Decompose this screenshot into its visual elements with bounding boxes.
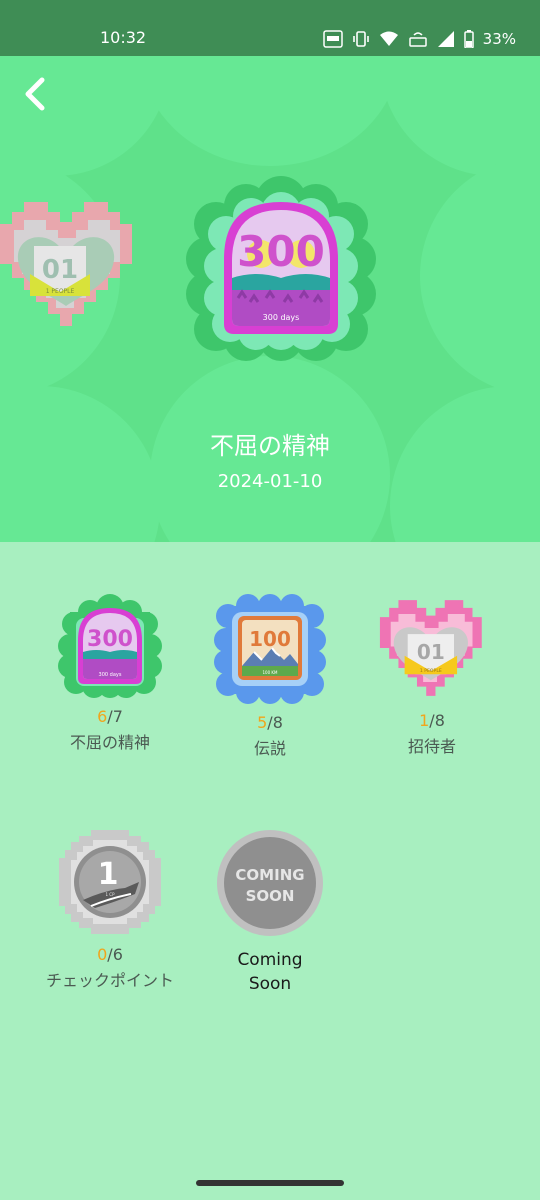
- volte-icon: [408, 32, 427, 47]
- svg-text:300 days: 300 days: [99, 672, 122, 678]
- checkpoint-badge-icon: 1 1 CP: [59, 830, 161, 934]
- status-bar: 10:32 33%: [0, 0, 540, 56]
- hero-title: 不屈の精神: [210, 432, 330, 460]
- badge-progress: 1/8: [419, 711, 445, 730]
- back-icon[interactable]: [16, 74, 56, 114]
- auto-icon: [322, 30, 343, 48]
- svg-text:300 days: 300 days: [263, 313, 300, 322]
- vibrate-icon: [352, 31, 369, 47]
- badge-label: 伝説: [253, 739, 286, 758]
- svg-text:1 PEOPLE: 1 PEOPLE: [46, 288, 75, 295]
- hero-date: 2024-01-10: [217, 471, 323, 492]
- shoutaisha-badge-icon: 01 1 PEOPLE: [379, 600, 482, 696]
- svg-text:100: 100: [249, 627, 291, 651]
- badge-label: 招待者: [407, 737, 456, 756]
- side-badge-number: 01: [42, 255, 78, 285]
- coming-soon-icon: COMING SOON: [217, 830, 323, 936]
- battery-percent: 33%: [482, 30, 516, 48]
- status-time: 10:32: [100, 28, 147, 47]
- svg-text:COMING: COMING: [235, 866, 304, 884]
- svg-text:300: 300: [87, 627, 133, 652]
- svg-text:100 KM: 100 KM: [263, 670, 279, 675]
- status-icons: 33%: [322, 28, 516, 50]
- home-indicator[interactable]: [196, 1180, 344, 1186]
- svg-text:1: 1: [98, 857, 119, 892]
- fukutsu-badge-icon: 300 300 days: [58, 594, 162, 698]
- hero-section: 01 1 PEOPLE 300 300 days 不屈の精神 2024-01-1…: [0, 56, 540, 542]
- badge-item-coming-soon: COMING SOON Coming Soon: [190, 828, 350, 996]
- featured-badge-number: 300: [237, 227, 325, 276]
- svg-text:SOON: SOON: [246, 887, 295, 905]
- featured-badge: 300 300 days: [186, 176, 376, 361]
- battery-icon: [463, 30, 474, 48]
- side-heart-badge[interactable]: 01 1 PEOPLE: [0, 194, 145, 344]
- badge-item-densetsu[interactable]: 100 100 KM 5/8 伝説: [190, 594, 350, 760]
- badge-label: チェックポイント: [45, 971, 174, 990]
- badge-progress: 0/6: [97, 945, 123, 964]
- signal-icon: [437, 31, 454, 47]
- svg-text:01: 01: [417, 640, 445, 664]
- svg-text:1 PEOPLE: 1 PEOPLE: [420, 668, 442, 674]
- badge-item-checkpoint[interactable]: 1 1 CP 0/6 チェックポイント: [30, 828, 190, 992]
- wifi-icon: [379, 31, 398, 46]
- coming-soon-label: Coming Soon: [237, 950, 303, 994]
- svg-text:1 CP: 1 CP: [105, 892, 115, 897]
- densetsu-badge-icon: 100 100 KM: [214, 594, 326, 704]
- badge-progress: 5/8: [257, 713, 283, 732]
- badge-label: 不屈の精神: [69, 733, 150, 752]
- badge-progress: 6/7: [97, 707, 123, 726]
- badge-item-fukutsu[interactable]: 300 300 days 6/7 不屈の精神: [30, 594, 190, 754]
- badge-item-shoutaisha[interactable]: 01 1 PEOPLE 1/8 招待者: [352, 594, 512, 758]
